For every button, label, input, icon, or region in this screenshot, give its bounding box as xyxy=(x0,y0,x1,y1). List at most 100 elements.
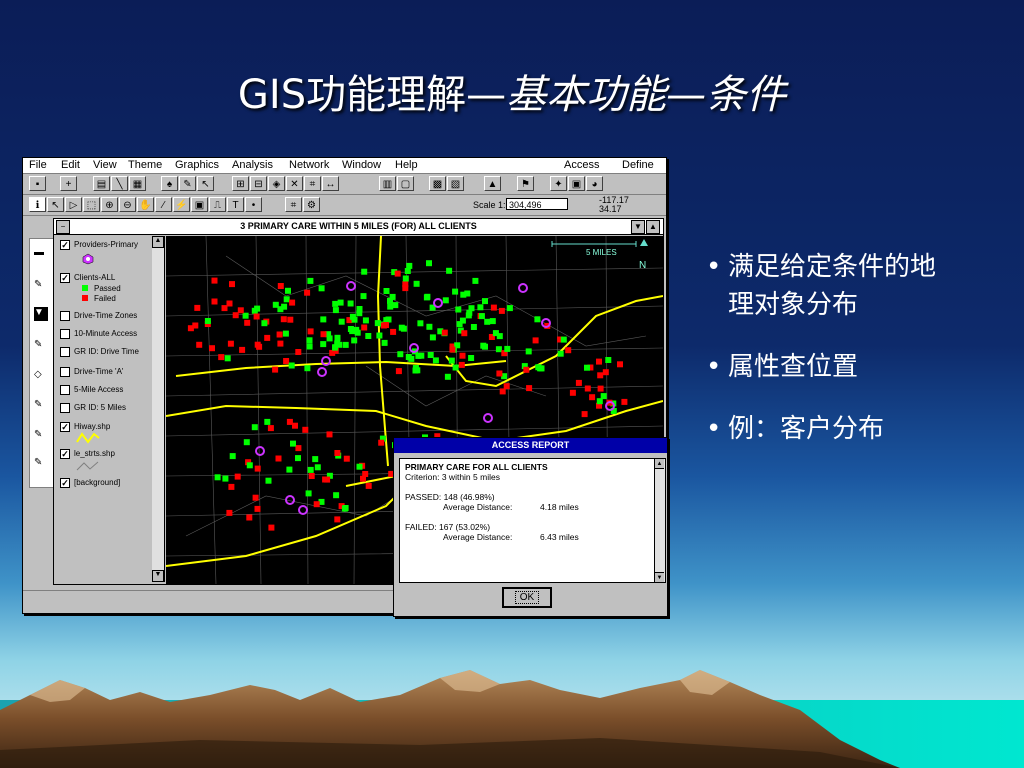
draw-point-icon[interactable]: • xyxy=(245,197,262,212)
hotlink-icon[interactable]: ⚡ xyxy=(173,197,190,212)
checkbox[interactable] xyxy=(60,385,70,395)
menu-help[interactable]: Help xyxy=(395,159,418,171)
client-point xyxy=(304,289,311,296)
client-point xyxy=(306,337,313,344)
report-icon[interactable]: ▣ xyxy=(568,176,585,191)
toc-scrollbar[interactable]: ▲ ▼ xyxy=(152,236,165,582)
snap-icon[interactable]: ⌗ xyxy=(285,197,302,212)
menu-theme[interactable]: Theme xyxy=(128,159,162,171)
client-point xyxy=(226,509,233,516)
zoom-active-icon[interactable]: ⊟ xyxy=(250,176,267,191)
menu-network[interactable]: Network xyxy=(289,159,329,171)
zoom-out-tool-icon[interactable]: ⊖ xyxy=(119,197,136,212)
toc-grid-drive-time[interactable]: GR ID: Drive Time xyxy=(60,347,139,357)
chart-pie-icon[interactable]: ◕ xyxy=(586,176,603,191)
toc-5-mile-access[interactable]: 5-Mile Access xyxy=(60,385,123,395)
toc-hiway[interactable]: ✓ Hiway.shp xyxy=(60,422,110,432)
save-icon[interactable]: ▪ xyxy=(29,176,46,191)
menu-edit[interactable]: Edit xyxy=(61,159,80,171)
scroll-down-icon[interactable]: ▼ xyxy=(152,570,164,582)
toc-clients[interactable]: ✓ Clients-ALL xyxy=(60,273,115,283)
client-point xyxy=(234,473,241,480)
locate-icon[interactable]: ✎ xyxy=(179,176,196,191)
network-icon[interactable]: ▲ xyxy=(484,176,501,191)
client-point xyxy=(378,439,385,446)
vertex-edit-icon[interactable]: ▷ xyxy=(65,197,82,212)
toc-grid-5-miles[interactable]: GR ID: 5 Miles xyxy=(60,403,126,413)
view-title-bar[interactable]: − 3 PRIMARY CARE WITHIN 5 MILES (FOR) AL… xyxy=(54,219,663,235)
scroll-down-icon[interactable]: ▼ xyxy=(655,572,664,582)
checkbox[interactable]: ✓ xyxy=(60,273,70,283)
ok-button[interactable]: OK xyxy=(502,587,552,608)
checkbox[interactable]: ✓ xyxy=(60,478,70,488)
minimize-icon[interactable]: ▼ xyxy=(631,220,645,234)
checkbox[interactable]: ✓ xyxy=(60,240,70,250)
theme-properties-icon[interactable]: ▤ xyxy=(93,176,110,191)
client-point xyxy=(424,293,431,300)
checkbox[interactable] xyxy=(60,403,70,413)
menu-window[interactable]: Window xyxy=(342,159,381,171)
pointer-icon[interactable]: ↖ xyxy=(47,197,64,212)
menu-analysis[interactable]: Analysis xyxy=(232,159,273,171)
menu-view[interactable]: View xyxy=(93,159,117,171)
client-point xyxy=(337,299,344,306)
open-table-icon[interactable]: ▦ xyxy=(129,176,146,191)
report-scrollbar[interactable]: ▲ ▼ xyxy=(654,459,665,582)
toc-10-minute-access[interactable]: 10-Minute Access xyxy=(60,329,137,339)
query-icon[interactable]: ↖ xyxy=(197,176,214,191)
promote-icon[interactable]: ▩ xyxy=(429,176,446,191)
select-features-icon[interactable]: ▥ xyxy=(379,176,396,191)
toc-background[interactable]: ✓ [background] xyxy=(60,478,120,488)
checkbox[interactable]: ✓ xyxy=(60,422,70,432)
north-label: N xyxy=(639,260,647,271)
pan-icon[interactable]: ✋ xyxy=(137,197,154,212)
client-point xyxy=(478,313,485,320)
identify-icon[interactable]: ℹ xyxy=(29,197,46,212)
text-tool-icon[interactable]: T xyxy=(227,197,244,212)
access-tool-icon[interactable]: ⚙ xyxy=(303,197,320,212)
menu-graphics[interactable]: Graphics xyxy=(175,159,219,171)
toc-drive-time-a[interactable]: Drive-Time 'A' xyxy=(60,367,123,377)
scroll-up-icon[interactable]: ▲ xyxy=(655,459,664,469)
client-point xyxy=(244,319,251,326)
checkbox[interactable] xyxy=(60,329,70,339)
access-run-icon[interactable]: ✦ xyxy=(550,176,567,191)
client-point xyxy=(281,303,288,310)
menu-access[interactable]: Access xyxy=(564,159,599,171)
toc-le-strts[interactable]: ✓ le_strts.shp xyxy=(60,449,115,459)
zoom-selected-icon[interactable]: ◈ xyxy=(268,176,285,191)
toc-providers[interactable]: ✓ Providers-Primary xyxy=(60,240,138,250)
client-point xyxy=(468,355,475,361)
client-point xyxy=(227,340,234,347)
table-of-contents: ✓ Providers-Primary ✓ Clients-ALL Passed F… xyxy=(54,236,153,582)
checkbox[interactable] xyxy=(60,311,70,321)
zoom-full-icon[interactable]: ⊞ xyxy=(232,176,249,191)
label-icon[interactable]: ⎍ xyxy=(209,197,226,212)
edit-legend-icon[interactable]: ╲ xyxy=(111,176,128,191)
zoom-previous-icon[interactable]: ↔ xyxy=(322,176,339,191)
scale-input[interactable]: 304,496 xyxy=(506,198,568,210)
zoom-in-tool-icon[interactable]: ⊕ xyxy=(101,197,118,212)
toc-drive-time-zones[interactable]: Drive-Time Zones xyxy=(60,311,137,321)
add-theme-icon[interactable]: + xyxy=(60,176,77,191)
area-of-interest-icon[interactable]: ▣ xyxy=(191,197,208,212)
zoom-out-icon[interactable]: ⌗ xyxy=(304,176,321,191)
checkbox[interactable] xyxy=(60,367,70,377)
scroll-up-icon[interactable]: ▲ xyxy=(152,236,164,248)
clear-selection-icon[interactable]: ▢ xyxy=(397,176,414,191)
checkbox[interactable] xyxy=(60,347,70,357)
report-text-area[interactable]: PRIMARY CARE FOR ALL CLIENTS Criterion: … xyxy=(399,458,666,583)
client-point xyxy=(569,389,576,396)
menu-file[interactable]: File xyxy=(29,159,47,171)
dialog-title[interactable]: ACCESS REPORT xyxy=(394,438,667,453)
zoom-in-icon[interactable]: ✕ xyxy=(286,176,303,191)
measure-icon[interactable]: ⁄ xyxy=(155,197,172,212)
switch-selection-icon[interactable]: ▧ xyxy=(447,176,464,191)
select-feature-icon[interactable]: ⬚ xyxy=(83,197,100,212)
maximize-icon[interactable]: ▲ xyxy=(646,220,660,234)
find-icon[interactable]: ♠ xyxy=(161,176,178,191)
menu-define[interactable]: Define xyxy=(622,159,654,171)
client-point xyxy=(365,333,372,339)
route-icon[interactable]: ⚑ xyxy=(517,176,534,191)
checkbox[interactable]: ✓ xyxy=(60,449,70,459)
